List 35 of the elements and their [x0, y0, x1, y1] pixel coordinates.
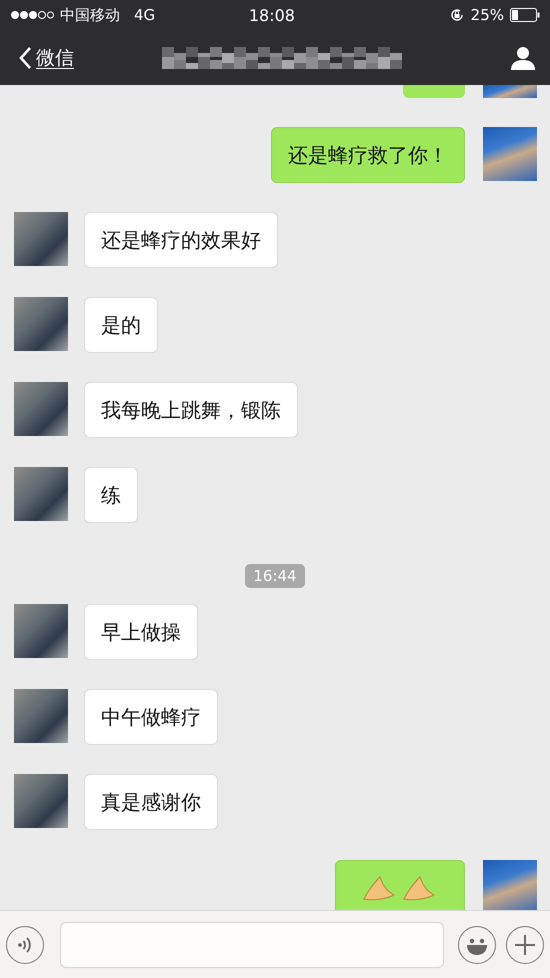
network-type: 4G [134, 6, 156, 24]
battery-icon [510, 8, 540, 22]
clock-time: 18:08 [248, 6, 295, 24]
message-bubble: 练 [84, 467, 138, 523]
back-button[interactable]: 微信 [18, 44, 74, 70]
message-bubble: 早上做操 [84, 604, 198, 660]
message-bubble: 真是感谢你 [84, 774, 218, 830]
avatar-photo[interactable] [14, 774, 68, 828]
avatar-photo[interactable] [14, 467, 68, 521]
avatar-photo[interactable] [14, 689, 68, 743]
avatar-photo[interactable] [483, 85, 537, 98]
carrier-name: 中国移动 [60, 6, 120, 24]
message-bubble: 我每晚上跳舞，锻陈 [84, 382, 298, 438]
avatar-photo[interactable] [14, 212, 68, 266]
message-bubble: 中午做蜂疗 [84, 689, 218, 745]
avatar-photo[interactable] [483, 860, 537, 910]
message-input[interactable] [60, 922, 444, 968]
profile-icon[interactable] [510, 46, 536, 70]
message-bubble: 还是蜂疗救了你！ [271, 127, 465, 183]
timestamp: 16:44 [245, 564, 305, 588]
signal-icon [10, 10, 54, 20]
battery-percent: 25% [470, 6, 504, 24]
plus-icon [514, 934, 536, 956]
rotation-lock-icon [448, 7, 465, 23]
avatar-photo[interactable] [14, 382, 68, 436]
message-bubble: 还是蜂疗的效果好 [84, 212, 278, 268]
avatar-photo[interactable] [14, 297, 68, 351]
avatar-photo[interactable] [14, 604, 68, 658]
emoji-button[interactable] [458, 926, 496, 964]
message-bubble: 是的 [84, 297, 158, 353]
avatar-photo[interactable] [483, 127, 537, 181]
message-bubble [403, 85, 465, 98]
chevron-left-icon [18, 46, 32, 70]
voice-button[interactable] [6, 926, 44, 964]
add-button[interactable] [506, 926, 544, 964]
